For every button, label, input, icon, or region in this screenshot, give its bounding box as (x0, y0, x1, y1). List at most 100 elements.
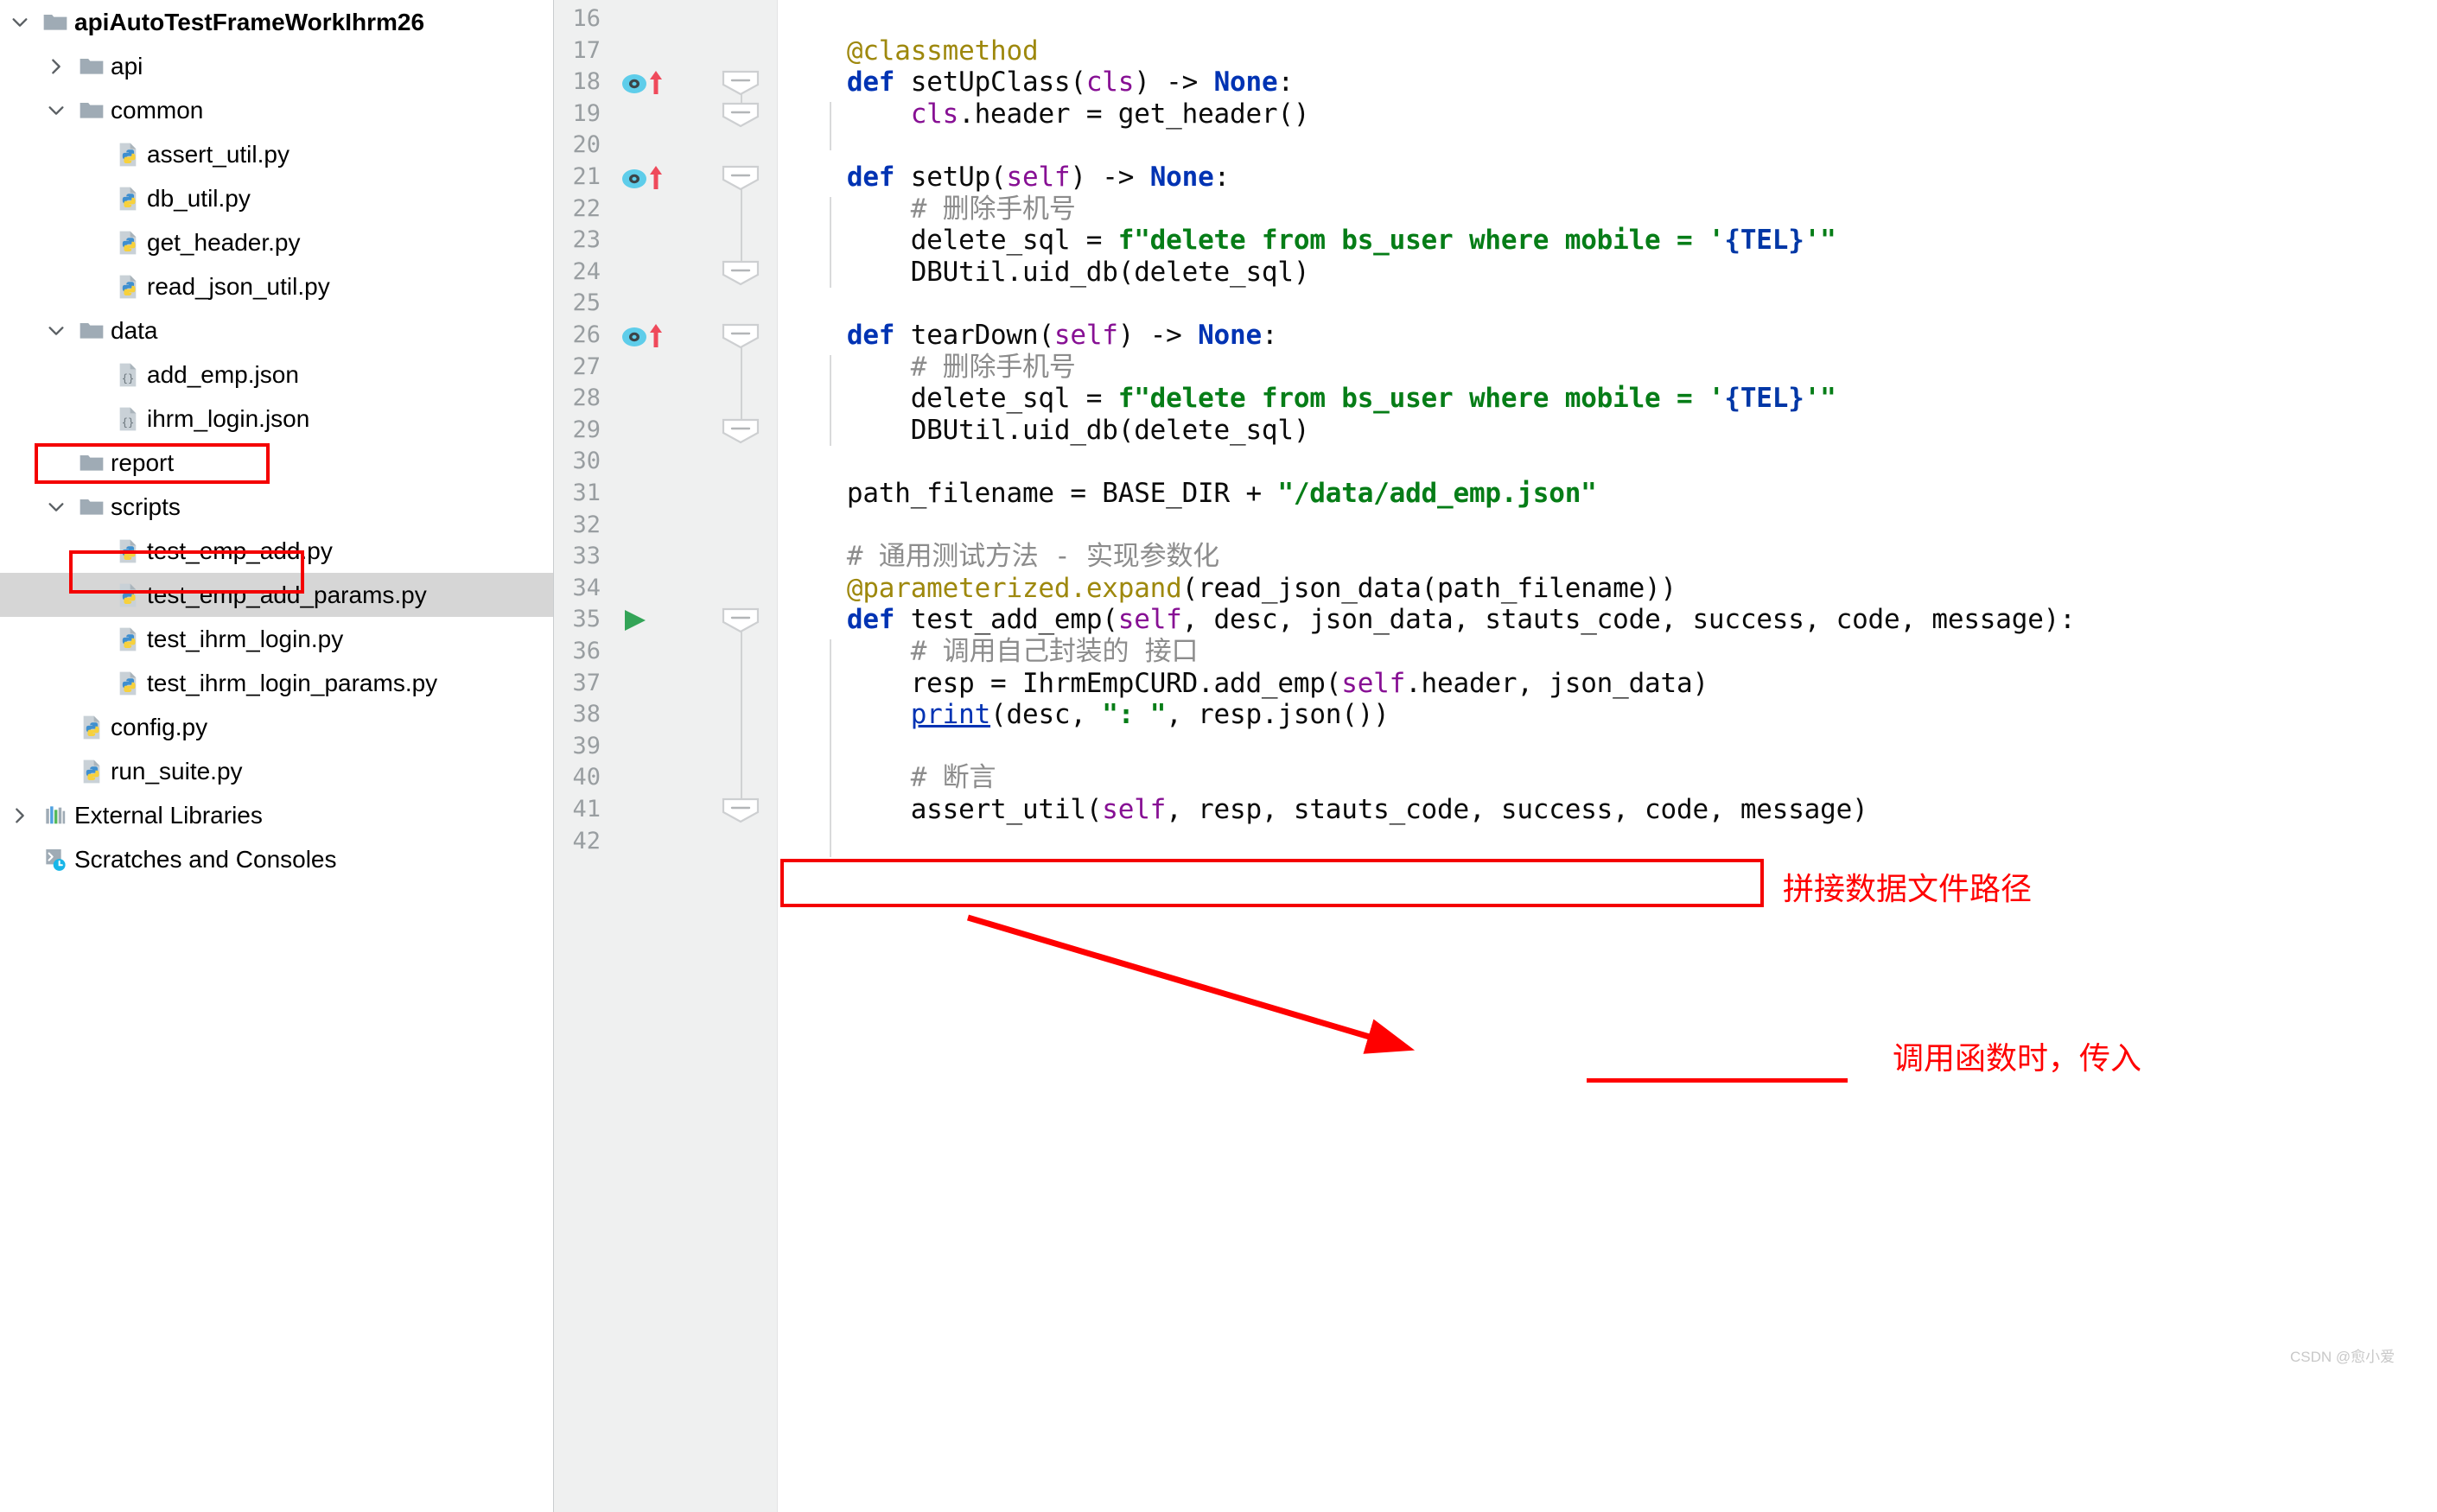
code-fold-marker[interactable] (721, 797, 760, 828)
tree-item-external-libraries[interactable]: External Libraries (0, 793, 553, 837)
code-line[interactable]: @classmethod (783, 35, 1039, 67)
tree-twisty-expanded-icon[interactable] (40, 321, 73, 340)
line-number: 31 (572, 480, 601, 506)
gutter-line: 27 (554, 352, 778, 384)
line-number: 35 (572, 606, 601, 633)
python-file-icon (73, 714, 111, 741)
tree-item-apiautotestframeworkihrm26[interactable]: apiAutoTestFrameWorkIhrm26 (0, 0, 553, 44)
tree-item-label: read_json_util.py (147, 272, 330, 300)
code-line[interactable]: DBUtil.uid_db(delete_sql) (783, 415, 1310, 447)
code-line[interactable]: # 删除手机号 (783, 352, 1076, 384)
gutter-line: 20 (554, 130, 778, 162)
gutter-line: 40 (554, 762, 778, 794)
gutter-line: 32 (554, 510, 778, 542)
tree-item-label: assert_util.py (147, 140, 290, 168)
tree-item-label: test_emp_add.py (147, 537, 333, 564)
annotation-label-call: 调用函数时，传入 (1893, 1040, 2142, 1076)
python-file-icon (109, 670, 147, 697)
code-fold-marker[interactable] (721, 260, 760, 290)
project-tree-panel[interactable]: apiAutoTestFrameWorkIhrm26 api common asser… (0, 0, 554, 1512)
tree-item-read-json-util-py[interactable]: read_json_util.py (0, 264, 553, 308)
tree-item-config-py[interactable]: config.py (0, 705, 553, 749)
svg-text:{}: {} (122, 416, 134, 429)
tree-item-label: get_header.py (147, 228, 301, 256)
line-number: 25 (572, 289, 601, 317)
tree-twisty-collapsed-icon[interactable] (40, 57, 73, 76)
tree-item-test-ihrm-login-params-py[interactable]: test_ihrm_login_params.py (0, 661, 553, 705)
code-line[interactable]: def tearDown(self) -> None: (783, 320, 1278, 352)
svg-text:{}: {} (122, 372, 134, 384)
tree-twisty-expanded-icon[interactable] (3, 13, 36, 32)
tree-item-scripts[interactable]: scripts (0, 485, 553, 529)
tree-item-label: data (111, 316, 158, 344)
tree-item-assert-util-py[interactable]: assert_util.py (0, 132, 553, 176)
tree-item-test-ihrm-login-py[interactable]: test_ihrm_login.py (0, 617, 553, 661)
tree-item-test-emp-add-py[interactable]: test_emp_add.py (0, 529, 553, 573)
code-line[interactable]: @parameterized.expand(read_json_data(pat… (783, 573, 1677, 605)
tree-twisty-collapsed-icon[interactable] (3, 806, 36, 825)
code-fold-marker[interactable] (721, 102, 760, 132)
tree-item-label: test_ihrm_login.py (147, 625, 344, 652)
code-line[interactable]: delete_sql = f"delete from bs_user where… (783, 225, 1836, 257)
python-file-icon (109, 626, 147, 653)
line-number: 30 (572, 448, 601, 475)
editor-gutter[interactable]: 16 17 18 19 20 21 22 23 24 25 26 27 28 29 30 31 32 33 34 35… (554, 0, 778, 1512)
tree-item-db-util-py[interactable]: db_util.py (0, 176, 553, 220)
code-line[interactable]: # 删除手机号 (783, 194, 1076, 226)
tree-item-report[interactable]: report (0, 441, 553, 485)
code-editor[interactable]: @classmethod def setUpClass(cls) -> None… (778, 0, 2437, 1512)
tree-item-api[interactable]: api (0, 44, 553, 88)
run-test-icon[interactable] (620, 606, 661, 639)
folder-icon (73, 317, 111, 345)
gutter-line: 39 (554, 731, 778, 763)
override-method-icon[interactable] (620, 68, 673, 102)
tree-item-add-emp-json[interactable]: {} add_emp.json (0, 353, 553, 397)
code-line[interactable]: # 调用自己封装的 接口 (783, 636, 1199, 668)
code-line[interactable]: print(desc, ": ", resp.json()) (783, 699, 1390, 731)
code-line[interactable]: def setUpClass(cls) -> None: (783, 67, 1294, 98)
line-number: 26 (572, 321, 601, 348)
override-method-icon[interactable] (620, 321, 673, 355)
code-fold-marker[interactable] (721, 418, 760, 448)
code-line[interactable]: assert_util(self, resp, stauts_code, suc… (783, 794, 1868, 826)
code-line[interactable]: # 断言 (783, 762, 996, 794)
tree-item-data[interactable]: data (0, 308, 553, 353)
line-number: 36 (572, 638, 601, 664)
code-line[interactable]: resp = IhrmEmpCURD.add_emp(self.header, … (783, 668, 1708, 700)
gutter-line: 29 (554, 415, 778, 447)
tree-item-run-suite-py[interactable]: run_suite.py (0, 749, 553, 793)
code-line[interactable]: path_filename = BASE_DIR + "/data/add_em… (783, 478, 1597, 510)
code-line[interactable]: delete_sql = f"delete from bs_user where… (783, 383, 1836, 415)
line-number: 42 (572, 827, 601, 854)
line-number: 22 (572, 194, 601, 222)
code-fold-marker[interactable] (721, 165, 760, 195)
annotation-underline-path-filename (1587, 1078, 1848, 1083)
tree-item-scratches-and-consoles[interactable]: Scratches and Consoles (0, 837, 553, 881)
tree-twisty-expanded-icon[interactable] (40, 101, 73, 120)
library-icon (36, 802, 74, 829)
gutter-line: 31 (554, 478, 778, 510)
override-method-icon[interactable] (620, 163, 673, 197)
code-line[interactable]: cls.header = get_header() (783, 98, 1310, 130)
line-number: 27 (572, 353, 601, 380)
folder-icon (36, 9, 74, 36)
code-fold-marker[interactable] (721, 607, 760, 638)
python-file-icon (73, 758, 111, 785)
tree-item-test-emp-add-params-py[interactable]: test_emp_add_params.py (0, 573, 553, 617)
line-number: 23 (572, 226, 601, 254)
tree-item-label: External Libraries (74, 801, 263, 829)
code-line[interactable]: # 通用测试方法 - 实现参数化 (783, 541, 1219, 573)
annotation-label-path: 拼接数据文件路径 (1783, 871, 2033, 906)
python-file-icon (109, 581, 147, 609)
scratches-icon (36, 846, 74, 874)
code-fold-marker[interactable] (721, 70, 760, 100)
tree-twisty-expanded-icon[interactable] (40, 498, 73, 517)
code-line[interactable]: def setUp(self) -> None: (783, 162, 1230, 194)
code-fold-marker[interactable] (721, 323, 760, 353)
python-file-icon (109, 141, 147, 168)
code-line[interactable]: def test_add_emp(self, desc, json_data, … (783, 604, 2076, 636)
code-line[interactable]: DBUtil.uid_db(delete_sql) (783, 257, 1310, 289)
tree-item-ihrm-login-json[interactable]: {} ihrm_login.json (0, 397, 553, 441)
tree-item-get-header-py[interactable]: get_header.py (0, 220, 553, 264)
tree-item-common[interactable]: common (0, 88, 553, 132)
